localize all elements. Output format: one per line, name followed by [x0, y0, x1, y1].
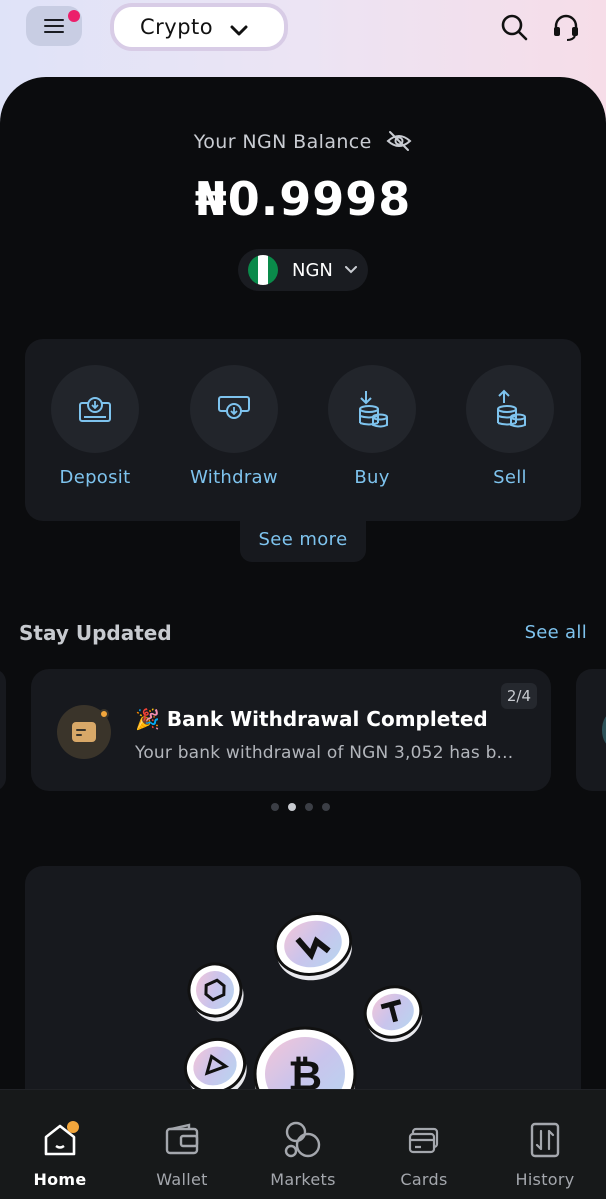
nav-home-label: Home — [33, 1170, 87, 1189]
carousel-dots — [271, 803, 330, 811]
currency-selector[interactable]: NGN — [238, 249, 368, 291]
menu-button[interactable] — [26, 6, 82, 46]
nigeria-flag-icon — [248, 255, 278, 285]
update-card[interactable]: 🎉 Bank Withdrawal Completed Your bank wi… — [31, 669, 551, 791]
balance-label: Your NGN Balance — [0, 130, 606, 153]
see-more-button[interactable]: See more — [240, 518, 366, 562]
nav-cards-label: Cards — [400, 1170, 448, 1189]
balance-amount: ₦0.9998 — [194, 172, 412, 226]
menu-icon — [44, 19, 64, 33]
bank-icon — [72, 722, 96, 742]
carousel-dot[interactable] — [305, 803, 313, 811]
bottom-navigation: Home Wallet Markets Cards History — [0, 1089, 606, 1199]
nav-markets-label: Markets — [270, 1170, 336, 1189]
top-bar: Crypto — [0, 0, 606, 80]
markets-icon — [284, 1121, 321, 1158]
withdraw-label: Withdraw — [190, 467, 278, 488]
carousel-dot-active[interactable] — [288, 803, 296, 811]
search-icon[interactable] — [499, 12, 529, 42]
currency-code: NGN — [292, 259, 333, 281]
crypto-coins-illustration: ₿ — [183, 912, 423, 1126]
sell-label: Sell — [493, 467, 527, 488]
wallet-icon — [165, 1123, 199, 1155]
withdraw-icon — [218, 396, 250, 419]
deposit-button[interactable]: Deposit — [51, 365, 139, 488]
notification-dot — [68, 10, 80, 22]
quick-actions-panel: Deposit Withdraw Buy Sell — [25, 339, 581, 521]
nav-markets[interactable]: Markets — [253, 1120, 353, 1189]
promo-banner[interactable]: ₿ — [25, 866, 581, 1126]
nav-wallet-label: Wallet — [156, 1170, 208, 1189]
section-title: Stay Updated — [19, 621, 172, 645]
update-title: 🎉 Bank Withdrawal Completed — [135, 707, 488, 731]
carousel-dot[interactable] — [322, 803, 330, 811]
cards-icon — [408, 1127, 439, 1154]
sell-coins-icon — [497, 389, 526, 428]
nav-cards[interactable]: Cards — [374, 1120, 474, 1189]
wallet-type-label: Crypto — [140, 15, 214, 39]
see-all-link[interactable]: See all — [525, 622, 587, 643]
nav-home[interactable]: Home — [10, 1120, 110, 1189]
headset-icon[interactable] — [551, 12, 581, 42]
deposit-icon — [79, 397, 111, 422]
nav-wallet[interactable]: Wallet — [132, 1120, 232, 1189]
previous-update-card[interactable] — [0, 669, 6, 791]
buy-button[interactable]: Buy — [328, 365, 416, 488]
buy-label: Buy — [354, 467, 390, 488]
buy-coins-icon — [359, 391, 388, 428]
update-pager: 2/4 — [500, 683, 537, 709]
nav-history-label: History — [515, 1170, 575, 1189]
chevron-down-icon — [344, 266, 357, 274]
withdraw-button[interactable]: Withdraw — [190, 365, 278, 488]
eye-off-icon[interactable] — [386, 130, 412, 152]
home-icon — [44, 1121, 79, 1156]
next-update-card[interactable] — [576, 669, 606, 791]
wallet-type-selector[interactable]: Crypto — [110, 3, 288, 51]
chevron-down-icon — [230, 25, 248, 36]
notification-avatar — [57, 705, 111, 759]
deposit-label: Deposit — [59, 467, 131, 488]
nav-history[interactable]: History — [495, 1120, 595, 1189]
carousel-dot[interactable] — [271, 803, 279, 811]
update-body: Your bank withdrawal of NGN 3,052 has b.… — [135, 743, 514, 763]
history-icon — [530, 1122, 560, 1158]
sell-button[interactable]: Sell — [466, 365, 554, 488]
